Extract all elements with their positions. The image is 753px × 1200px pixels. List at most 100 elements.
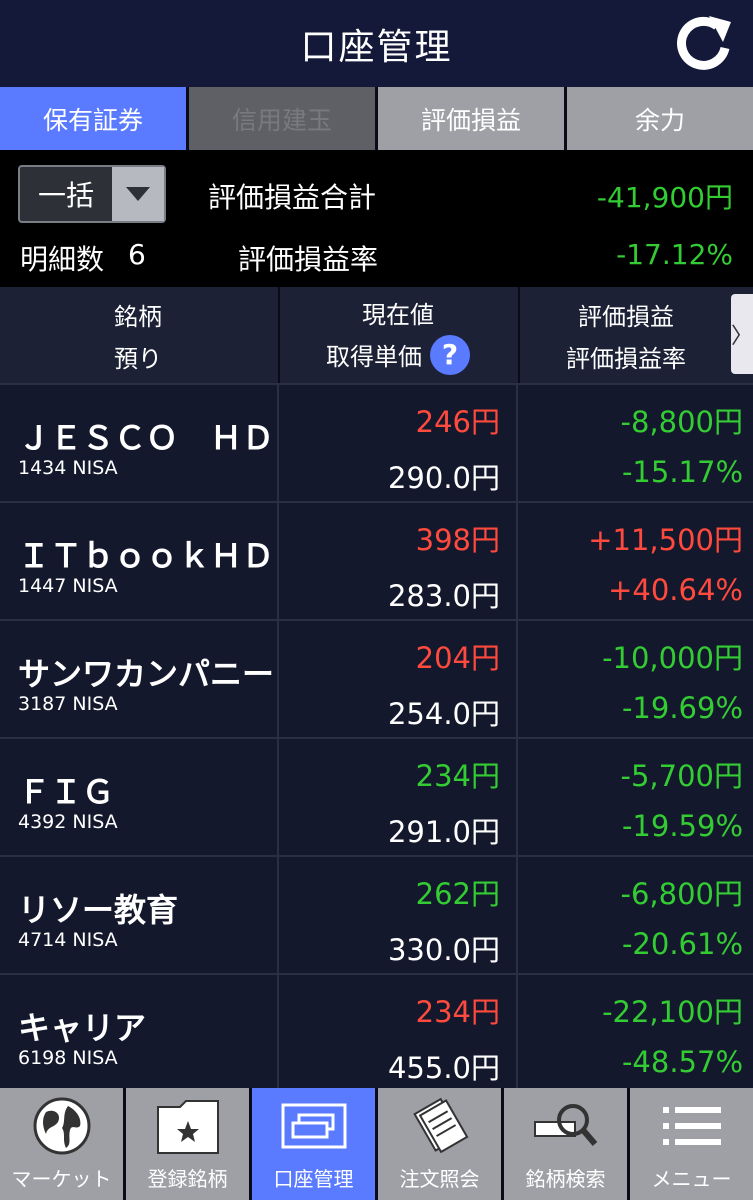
column-current-price: 現在値 [362, 301, 434, 330]
security-code: 6198 NISA [18, 1047, 118, 1069]
chevron-right-icon[interactable]: 〉 [731, 294, 753, 374]
nav-market[interactable]: マーケット [0, 1088, 123, 1200]
nav-search[interactable]: 銘柄検索 [504, 1088, 627, 1200]
account-cards-icon [279, 1093, 349, 1159]
column-divider [516, 385, 518, 503]
security-code: 4714 NISA [18, 929, 118, 951]
nav-orders-label: 注文照会 [399, 1167, 480, 1191]
nav-menu-label: メニュー [651, 1167, 732, 1191]
menu-icon [657, 1093, 727, 1159]
acquisition-price: 291.0円 [387, 815, 500, 849]
tab-bar: 保有証券 信用建玉 評価損益 余力 [0, 87, 753, 150]
table-row[interactable]: キャリア 6198 NISA 234円 455.0円 -22,100円 -48.57% [0, 973, 753, 1093]
refresh-icon[interactable] [673, 12, 735, 74]
security-name: ＪＥＳＣＯ ＨＤ [18, 419, 275, 457]
current-price: 398円 [415, 523, 500, 557]
summary-panel: 一括 評価損益合計 -41,900円 明細数 6 評価損益率 -17.12% [0, 150, 753, 287]
count-value: 6 [128, 238, 146, 271]
nav-search-label: 銘柄検索 [525, 1167, 606, 1191]
unrealized-pl: -22,100円 [602, 995, 743, 1029]
current-price: 234円 [415, 759, 500, 793]
unrealized-pl: -6,800円 [620, 877, 744, 911]
nav-watchlist-label: 登録銘柄 [147, 1167, 228, 1191]
column-divider [516, 621, 518, 739]
column-divider [516, 503, 518, 621]
unrealized-pl-rate: +40.64% [608, 573, 743, 607]
holdings-list: ＪＥＳＣＯ ＨＤ 1434 NISA 246円 290.0円 -8,800円 -15.17… [0, 383, 753, 1093]
current-price: 246円 [415, 405, 500, 439]
column-divider [516, 975, 518, 1093]
current-price: 234円 [415, 995, 500, 1029]
acquisition-price: 330.0円 [387, 933, 500, 967]
account-type-value: 一括 [37, 179, 94, 212]
unrealized-pl: -10,000円 [602, 641, 743, 675]
column-divider [277, 621, 279, 739]
total-pl-label: 評価損益合計 [208, 181, 377, 214]
pl-rate-value: -17.12% [616, 238, 733, 271]
acquisition-price: 283.0円 [387, 579, 500, 613]
tab-holdings[interactable]: 保有証券 [0, 87, 186, 150]
nav-account-label: 口座管理 [273, 1167, 354, 1191]
column-divider [516, 739, 518, 857]
acquisition-price: 290.0円 [387, 461, 500, 495]
nav-account[interactable]: 口座管理 [252, 1088, 375, 1200]
column-unrealized-pl-rate: 評価損益率 [566, 344, 686, 373]
nav-orders[interactable]: 注文照会 [378, 1088, 501, 1200]
table-row[interactable]: ＪＥＳＣＯ ＨＤ 1434 NISA 246円 290.0円 -8,800円 -15.17… [0, 383, 753, 503]
pl-rate-label: 評価損益率 [238, 243, 379, 276]
column-divider [277, 857, 279, 975]
column-divider [277, 503, 279, 621]
column-divider [516, 857, 518, 975]
table-row[interactable]: リソー教育 4714 NISA 262円 330.0円 -6,800円 -20.61% [0, 855, 753, 975]
tab-margin-positions: 信用建玉 [189, 87, 375, 150]
security-name: リソー教育 [18, 891, 179, 929]
count-label: 明細数 [20, 243, 105, 276]
security-name: キャリア [18, 1009, 147, 1047]
help-icon[interactable]: ? [430, 334, 470, 375]
security-code: 3187 NISA [18, 693, 118, 715]
column-unrealized-pl: 評価損益 [578, 302, 674, 331]
column-header: 銘柄 預り 現在値 取得単価 ? 評価損益 評価損益率 [0, 287, 753, 383]
account-type-select[interactable]: 一括 [18, 165, 166, 223]
unrealized-pl-rate: -20.61% [621, 927, 743, 961]
unrealized-pl: -5,700円 [620, 759, 744, 793]
table-row[interactable]: ＩＴｂｏｏｋＨＤ 1447 NISA 398円 283.0円 +11,500円 +40.6… [0, 501, 753, 621]
unrealized-pl-rate: -15.17% [621, 455, 743, 489]
unrealized-pl-rate: -19.59% [621, 809, 743, 843]
table-row[interactable]: サンワカンパニー 3187 NISA 204円 254.0円 -10,000円 -19.6… [0, 619, 753, 739]
security-name: サンワカンパニー [18, 655, 275, 693]
bottom-nav: マーケット 登録銘柄 口座管理 注文照会 銘柄検索 メニュー [0, 1088, 753, 1200]
tab-profit-loss[interactable]: 評価損益 [378, 87, 564, 150]
column-divider [277, 385, 279, 503]
globe-icon [27, 1093, 97, 1159]
app-header: 口座管理 [0, 0, 753, 87]
security-name: ＦＩＧ [18, 773, 115, 811]
star-folder-icon [153, 1093, 223, 1159]
column-security: 銘柄 預り [0, 287, 276, 383]
total-pl-value: -41,900円 [596, 181, 733, 214]
unrealized-pl-rate: -19.69% [621, 691, 743, 725]
page-title: 口座管理 [300, 26, 453, 68]
table-row[interactable]: ＦＩＧ 4392 NISA 234円 291.0円 -5,700円 -19.59% [0, 737, 753, 857]
magnifier-icon [531, 1093, 601, 1159]
security-code: 1434 NISA [18, 457, 118, 479]
column-acquisition-price: 取得単価 [326, 343, 422, 372]
acquisition-price: 455.0円 [387, 1051, 500, 1085]
column-custody: 預り [114, 344, 162, 373]
current-price: 262円 [415, 877, 500, 911]
nav-market-label: マーケット [11, 1167, 112, 1191]
security-code: 4392 NISA [18, 811, 118, 833]
tab-buying-power[interactable]: 余力 [567, 87, 753, 150]
nav-watchlist[interactable]: 登録銘柄 [126, 1088, 249, 1200]
nav-menu[interactable]: メニュー [630, 1088, 753, 1200]
column-pl: 評価損益 評価損益率 [518, 287, 732, 383]
column-security-name: 銘柄 [114, 302, 162, 331]
security-code: 1447 NISA [18, 575, 118, 597]
documents-icon [405, 1093, 475, 1159]
current-price: 204円 [415, 641, 500, 675]
acquisition-price: 254.0円 [387, 697, 500, 731]
column-divider [277, 739, 279, 857]
security-name: ＩＴｂｏｏｋＨＤ [18, 537, 275, 575]
unrealized-pl: +11,500円 [588, 523, 743, 557]
column-divider [277, 975, 279, 1093]
